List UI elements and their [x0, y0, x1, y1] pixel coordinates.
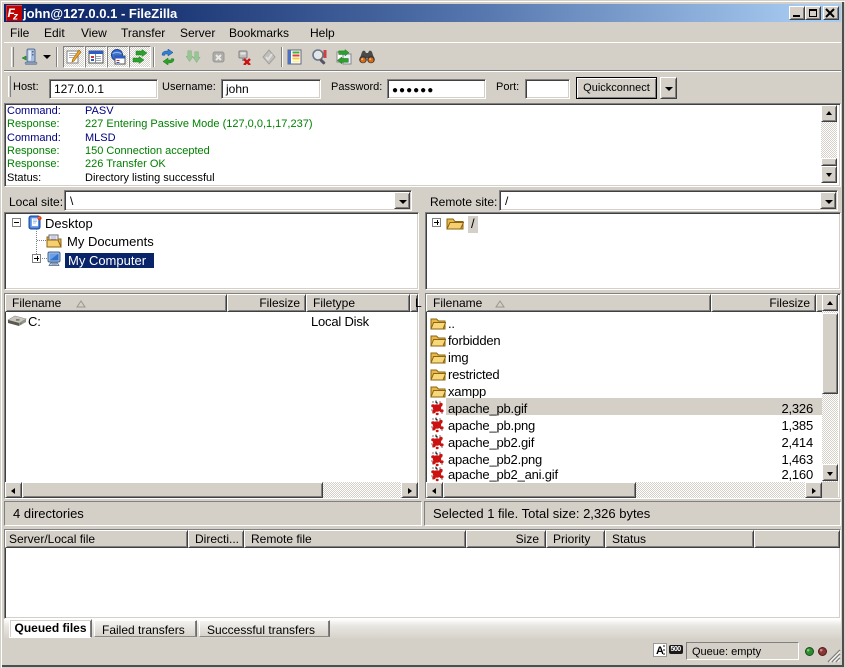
svg-text:z: z [12, 12, 18, 22]
svg-text:A: A [656, 645, 664, 657]
